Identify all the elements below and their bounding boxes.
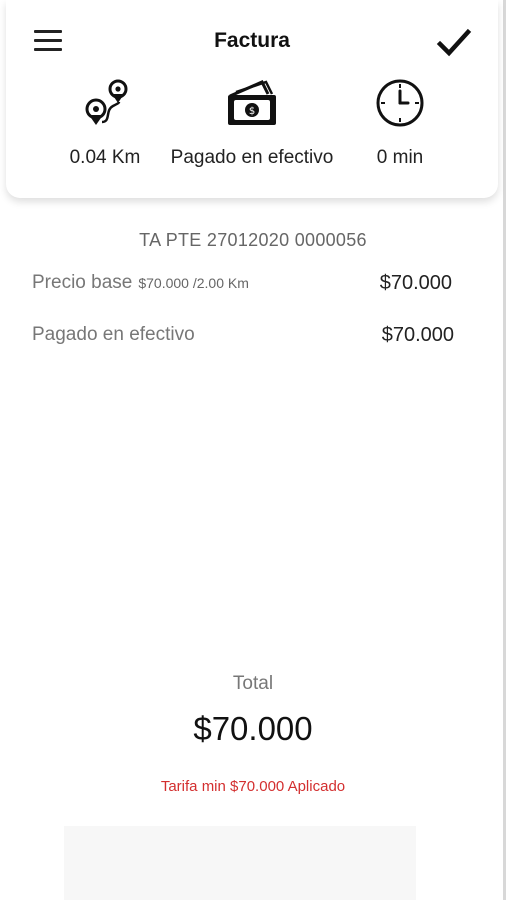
time-value: 0 min — [376, 147, 424, 168]
invoice-reference: TA PTE 27012020 0000056 — [139, 230, 367, 250]
line-item-label: Pagado en efectivo — [32, 324, 195, 345]
total-value: $70.000 — [193, 710, 313, 747]
svg-text:$: $ — [249, 106, 255, 117]
line-item-base-price: Precio base $70.000 /2.00 Km $70.000 — [32, 272, 456, 302]
time-stat: 0 min — [358, 78, 442, 169]
invoice-screen: Factura 0.04 Km $ Pagado en efectivo 0 m… — [0, 0, 506, 900]
header-card: Factura 0.04 Km $ Pagado en efectivo 0 m… — [6, 0, 498, 198]
route-pins-icon — [60, 78, 150, 133]
line-item-cash-paid: Pagado en efectivo $70.000 — [32, 324, 456, 354]
line-item-amount: $70.000 — [379, 272, 452, 294]
clock-icon — [358, 78, 442, 133]
payment-stat: $ Pagado en efectivo — [160, 78, 344, 169]
distance-stat: 0.04 Km — [60, 78, 150, 169]
minimum-fare-note: Tarifa min $70.000 Aplicado — [160, 778, 346, 795]
checkmark-icon[interactable] — [434, 24, 474, 62]
total-label: Total — [232, 673, 274, 694]
line-item-detail: $70.000 /2.00 Km — [138, 275, 249, 291]
distance-value: 0.04 Km — [69, 147, 141, 168]
line-item-label: Precio base — [32, 272, 133, 293]
bottom-button-area[interactable] — [64, 826, 416, 900]
cash-bills-icon: $ — [160, 78, 344, 133]
line-item-amount: $70.000 — [381, 324, 454, 346]
payment-value: Pagado en efectivo — [170, 147, 334, 168]
page-title: Factura — [214, 29, 290, 52]
